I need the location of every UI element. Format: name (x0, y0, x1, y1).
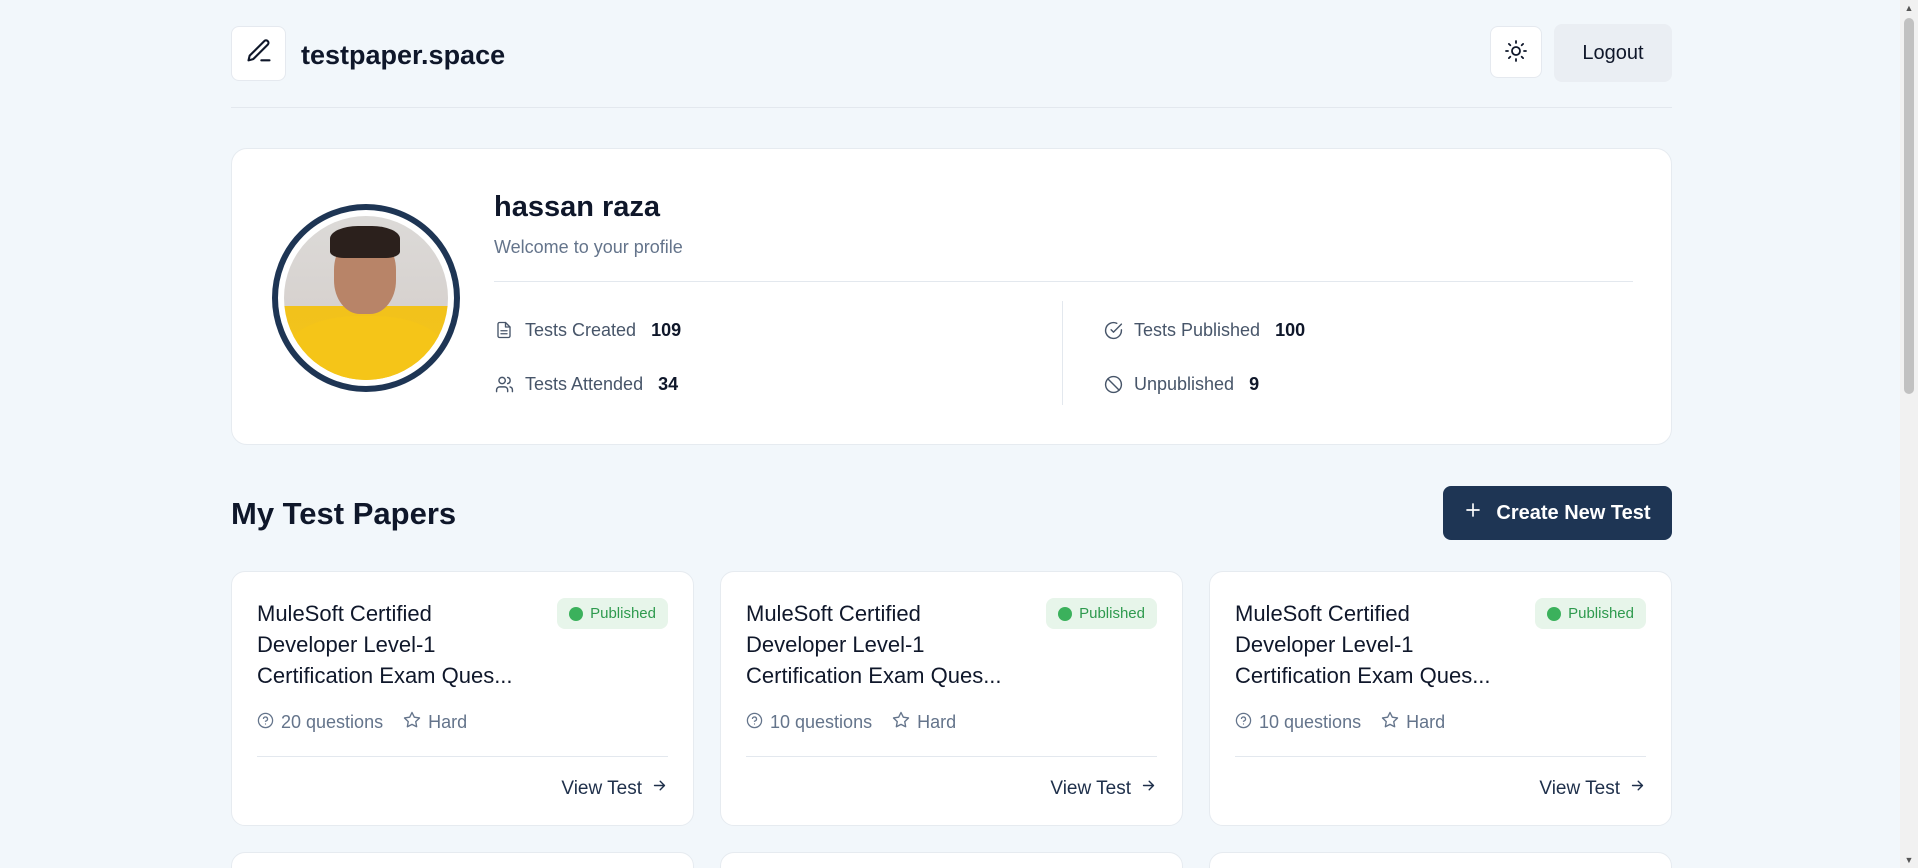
star-icon (892, 711, 910, 734)
check-circle-icon (1103, 320, 1123, 340)
profile-divider (494, 281, 1633, 282)
question-count: 10 questions (1235, 712, 1361, 734)
status-label: Published (1079, 605, 1145, 622)
pencil-icon (245, 37, 273, 70)
theme-toggle-button[interactable] (1490, 26, 1542, 78)
logo[interactable] (231, 26, 286, 81)
difficulty: Hard (403, 711, 467, 734)
test-card-partial[interactable] (720, 852, 1183, 868)
scroll-down-icon[interactable]: ▼ (1904, 855, 1914, 865)
help-circle-icon (257, 712, 274, 734)
sun-icon (1504, 39, 1528, 66)
stat-label: Tests Created (525, 319, 637, 340)
stat-label: Unpublished (1134, 373, 1235, 394)
status-dot-icon (569, 606, 584, 621)
card-divider (257, 756, 668, 757)
help-circle-icon (746, 712, 763, 734)
stat-tests-attended: Tests Attended 34 (494, 371, 678, 397)
scroll-up-icon[interactable]: ▲ (1904, 3, 1914, 13)
avatar (272, 204, 460, 392)
status-badge: Published (1535, 598, 1646, 629)
status-badge: Published (557, 598, 668, 629)
view-test-label: View Test (1539, 777, 1620, 799)
arrow-right-icon (1629, 777, 1646, 800)
stat-value: 9 (1249, 373, 1260, 394)
view-test-link[interactable]: View Test (561, 777, 668, 800)
view-test-link[interactable]: View Test (1050, 777, 1157, 800)
test-meta: 10 questions Hard (746, 711, 956, 734)
stat-label: Tests Attended (525, 373, 644, 394)
status-dot-icon (1058, 606, 1073, 621)
help-circle-icon (1235, 712, 1252, 734)
difficulty-label: Hard (917, 712, 957, 732)
ban-icon (1103, 374, 1123, 394)
difficulty-label: Hard (1406, 712, 1446, 732)
create-new-test-label: Create New Test (1496, 501, 1651, 524)
test-title: MuleSoft Certified Developer Level-1 Cer… (257, 601, 513, 688)
difficulty: Hard (892, 711, 956, 734)
question-count-label: 20 questions (281, 712, 384, 732)
question-count: 10 questions (746, 712, 872, 734)
star-icon (403, 711, 421, 734)
view-test-label: View Test (561, 777, 642, 799)
test-card[interactable]: MuleSoft Certified Developer Level-1 Cer… (1209, 571, 1672, 826)
status-badge: Published (1046, 598, 1157, 629)
stat-tests-published: Tests Published 100 (1103, 317, 1305, 343)
arrow-right-icon (1140, 777, 1157, 800)
plus-icon (1464, 501, 1482, 525)
test-card-partial[interactable] (231, 852, 694, 868)
difficulty: Hard (1381, 711, 1445, 734)
difficulty-label: Hard (428, 712, 468, 732)
users-icon (494, 374, 514, 394)
logout-button[interactable]: Logout (1554, 24, 1672, 82)
header-divider (231, 107, 1672, 108)
status-label: Published (1568, 605, 1634, 622)
scroll-thumb[interactable] (1904, 18, 1914, 394)
stat-unpublished: Unpublished 9 (1103, 371, 1259, 397)
profile-subtitle: Welcome to your profile (494, 237, 683, 257)
question-count-label: 10 questions (1259, 712, 1362, 732)
question-count-label: 10 questions (770, 712, 873, 732)
test-card[interactable]: MuleSoft Certified Developer Level-1 Cer… (231, 571, 694, 826)
create-new-test-button[interactable]: Create New Test (1443, 486, 1672, 540)
test-meta: 10 questions Hard (1235, 711, 1445, 734)
stat-value: 100 (1275, 319, 1306, 340)
test-card[interactable]: MuleSoft Certified Developer Level-1 Cer… (720, 571, 1183, 826)
question-count: 20 questions (257, 712, 383, 734)
stat-label: Tests Published (1134, 319, 1261, 340)
card-divider (746, 756, 1157, 757)
test-title: MuleSoft Certified Developer Level-1 Cer… (1235, 601, 1491, 688)
star-icon (1381, 711, 1399, 734)
stat-tests-created: Tests Created 109 (494, 317, 681, 343)
page-scrollbar[interactable]: ▲ ▼ (1900, 0, 1918, 868)
brand-name[interactable]: testpaper.space (301, 40, 505, 71)
stat-value: 109 (651, 319, 682, 340)
test-meta: 20 questions Hard (257, 711, 467, 734)
view-test-label: View Test (1050, 777, 1131, 799)
test-title: MuleSoft Certified Developer Level-1 Cer… (746, 601, 1002, 688)
file-text-icon (494, 320, 514, 340)
stat-value: 34 (658, 373, 679, 394)
avatar-photo (284, 216, 448, 380)
stats-divider (1062, 301, 1063, 405)
status-label: Published (590, 605, 656, 622)
status-dot-icon (1547, 606, 1562, 621)
profile-card: hassan raza Welcome to your profile Test… (231, 148, 1672, 445)
test-card-partial[interactable] (1209, 852, 1672, 868)
arrow-right-icon (651, 777, 668, 800)
section-title: My Test Papers (231, 496, 457, 531)
card-divider (1235, 756, 1646, 757)
view-test-link[interactable]: View Test (1539, 777, 1646, 800)
top-header: testpaper.space Logout (231, 24, 1672, 82)
profile-name: hassan raza (494, 191, 661, 223)
